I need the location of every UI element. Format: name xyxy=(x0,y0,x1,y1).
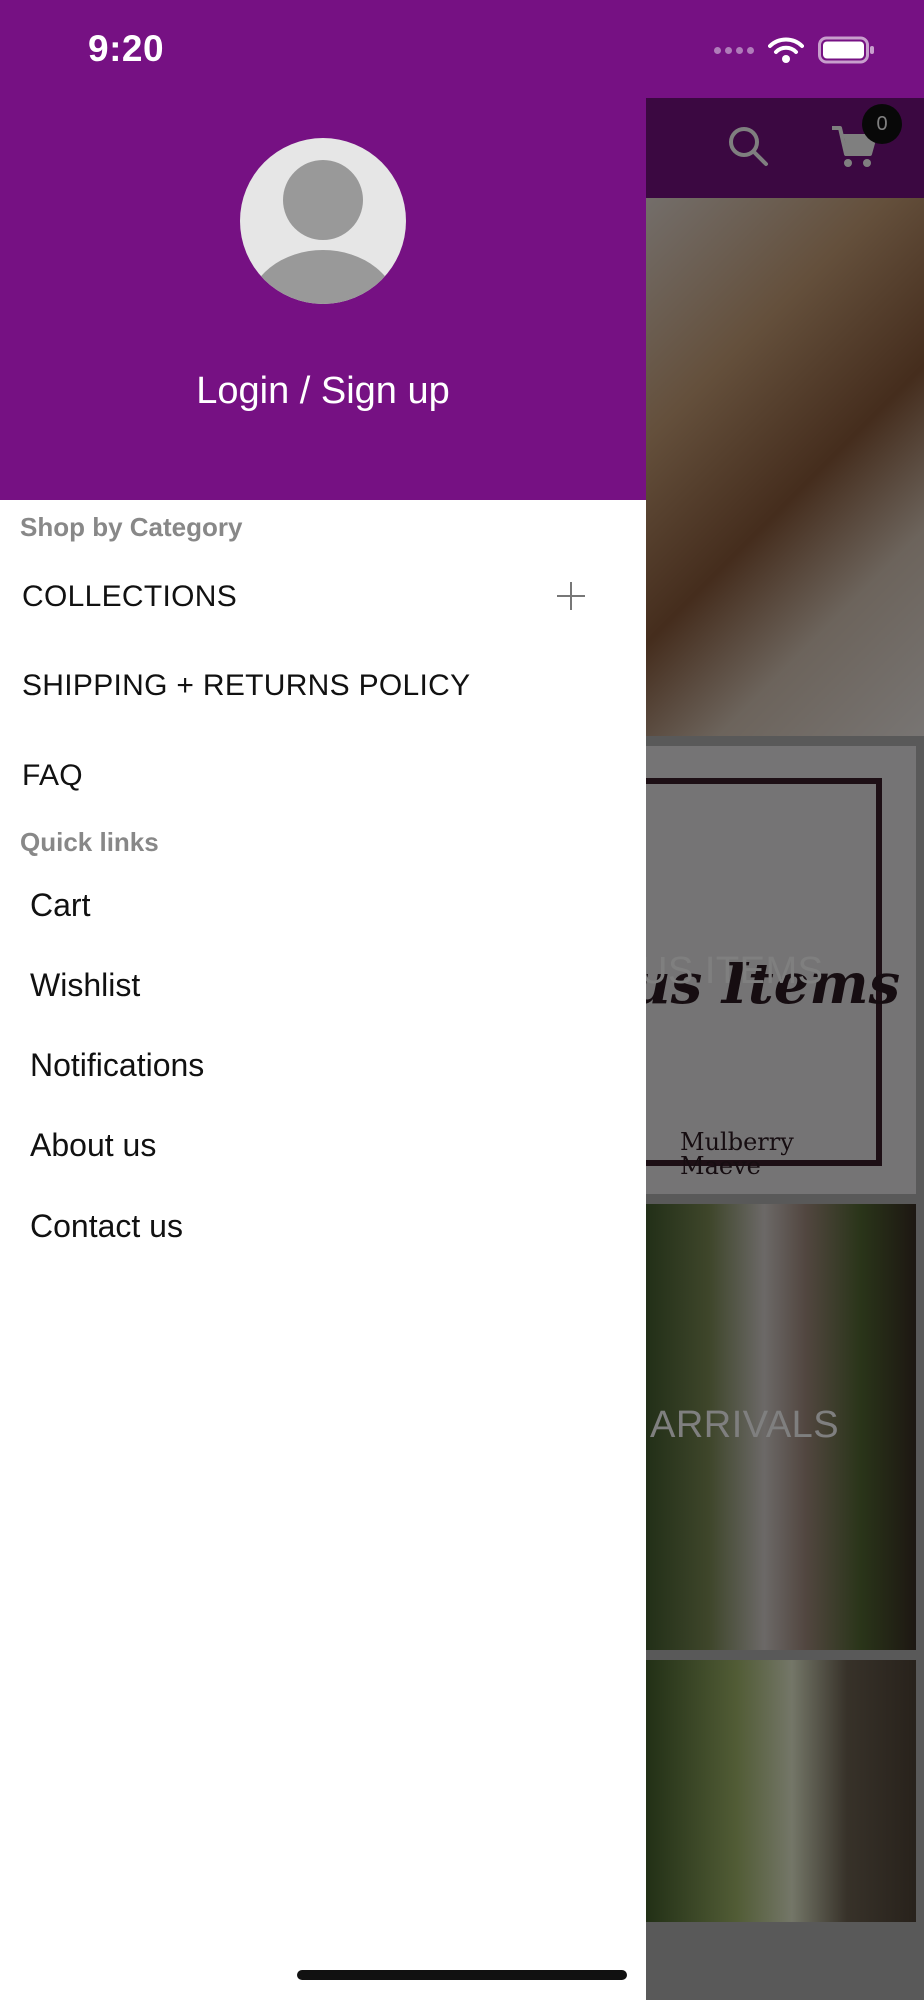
category-item-faq[interactable]: FAQ xyxy=(22,759,83,793)
category-item-collections[interactable]: COLLECTIONS xyxy=(22,580,237,614)
status-icons xyxy=(714,34,876,66)
status-bar: 9:20 xyxy=(0,0,924,98)
quick-link-contact-us[interactable]: Contact us xyxy=(30,1208,183,1245)
user-avatar-icon[interactable] xyxy=(240,138,406,304)
signal-dots-icon xyxy=(714,46,754,54)
quick-link-wishlist[interactable]: Wishlist xyxy=(30,967,140,1004)
quick-link-about-us[interactable]: About us xyxy=(30,1127,156,1164)
wifi-icon xyxy=(768,37,804,63)
plus-icon[interactable] xyxy=(555,580,587,612)
status-time: 9:20 xyxy=(88,28,165,69)
category-item-shipping-returns[interactable]: SHIPPING + RETURNS POLICY xyxy=(22,669,470,703)
quick-link-notifications[interactable]: Notifications xyxy=(30,1047,204,1084)
shop-by-category-heading: Shop by Category xyxy=(20,512,243,542)
home-indicator[interactable] xyxy=(297,1970,627,1980)
login-signup-link[interactable]: Login / Sign up xyxy=(0,370,646,413)
quick-link-cart[interactable]: Cart xyxy=(30,887,90,924)
navigation-drawer: Login / Sign up Shop by Category COLLECT… xyxy=(0,0,646,2000)
battery-icon xyxy=(818,36,874,64)
quick-links-heading: Quick links xyxy=(20,827,159,857)
